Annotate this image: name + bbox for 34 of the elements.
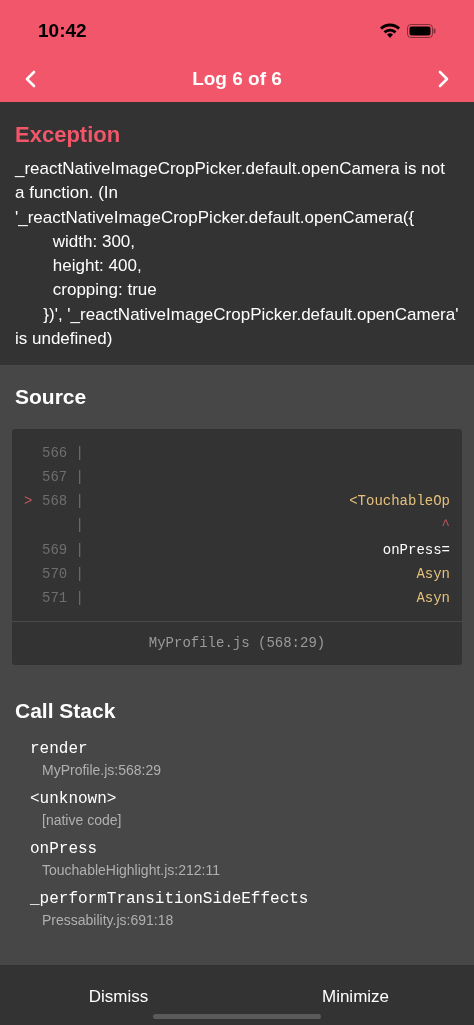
current-line-marker: >	[24, 493, 33, 510]
code-text: <TouchableOp	[349, 493, 450, 510]
chevron-left-icon	[24, 70, 36, 88]
frame-name: render	[30, 739, 89, 761]
frame-location: [native code]	[41, 811, 123, 831]
frame-name: _performTransitionSideEffects	[30, 889, 310, 911]
frame-name: <unknown>	[30, 789, 118, 811]
frame-location: Pressability.js:691:18	[41, 911, 175, 931]
line-number: 566 |	[42, 443, 84, 463]
chevron-right-icon	[438, 70, 450, 88]
frame-location: TouchableHighlight.js:212:11	[41, 861, 221, 881]
wifi-icon	[379, 23, 401, 39]
action-button[interactable]: Minimize	[237, 965, 474, 1025]
line-number: |	[74, 516, 84, 536]
code-text: Asyn	[416, 566, 450, 582]
call-stack-heading: Call Stack	[15, 697, 117, 724]
frame-location: MyProfile.js:568:29	[41, 761, 163, 781]
line-number: 569 |	[42, 540, 84, 560]
nav-title: Log 6 of 6	[192, 66, 282, 91]
action-button[interactable]: Dismiss	[0, 965, 237, 1025]
exception-message: _reactNativeImageCropPicker.default.openCamera is not a function. (In '_reactNativeImageCropPicker.default.openCamera({ width: 300, height: 400, cropping: true })', '_reactNativeImageCropPicker.default.openCamera' is undefined)	[15, 158, 459, 351]
error-caret: ^	[441, 517, 450, 534]
line-number: 571 |	[42, 589, 84, 609]
line-number: 570 |	[42, 565, 84, 584]
status-time: 10:42	[38, 18, 87, 43]
line-number: 568 |	[42, 492, 84, 512]
source-file-location: MyProfile.js (568:29)	[148, 633, 326, 653]
source-heading: Source	[14, 384, 88, 411]
line-number: 567 |	[42, 467, 84, 487]
battery-icon	[407, 24, 436, 38]
code-text: Asyn	[416, 590, 450, 607]
code-text: onPress=	[382, 541, 450, 558]
exception-heading: Exception	[15, 121, 122, 149]
frame-name: onPress	[30, 839, 99, 861]
